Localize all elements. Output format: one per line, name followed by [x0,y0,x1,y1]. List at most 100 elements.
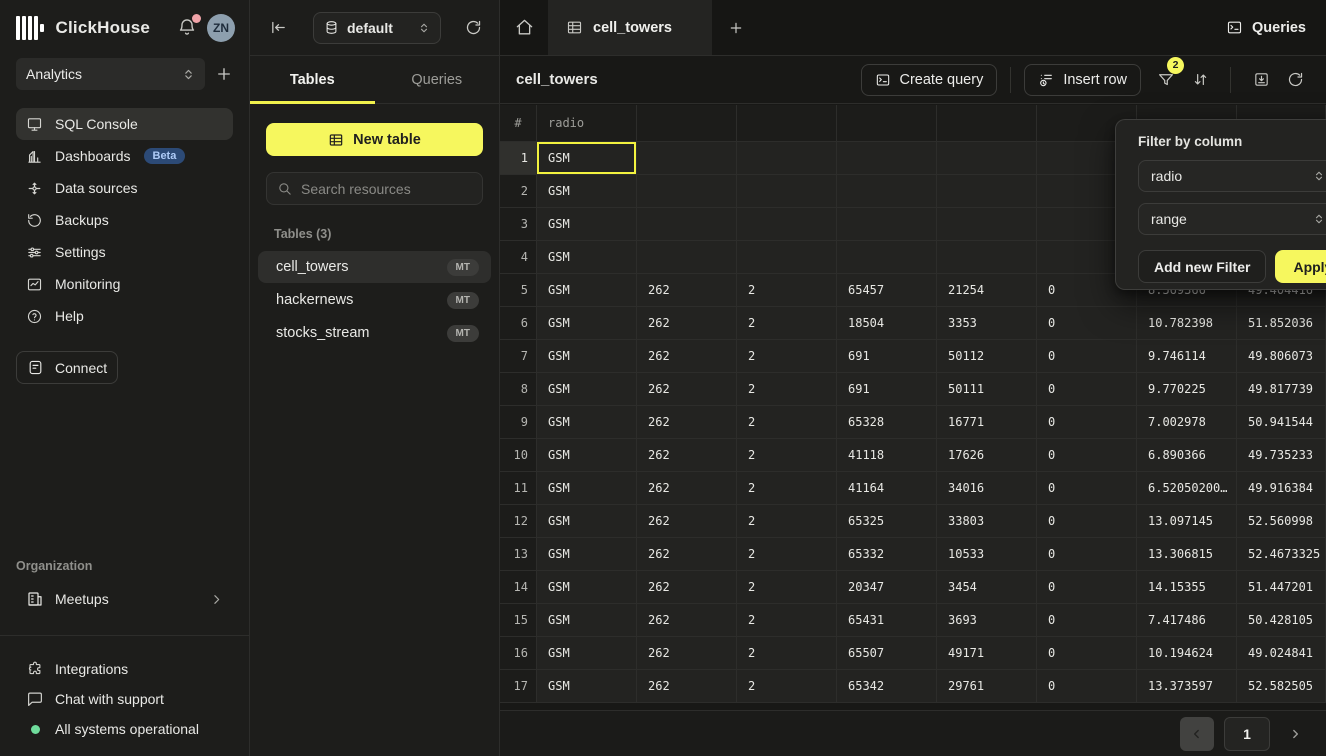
search-resources-input[interactable] [301,181,482,197]
grid-cell[interactable]: GSM [537,439,637,472]
filter-button[interactable]: 2 [1149,64,1183,96]
grid-cell[interactable]: 10533 [937,538,1037,571]
grid-cell[interactable]: 2 [737,307,837,340]
grid-cell[interactable]: GSM [537,142,637,175]
grid-cell[interactable]: 17626 [937,439,1037,472]
grid-cell[interactable]: 65328 [837,406,937,439]
grid-cell[interactable]: 65457 [837,274,937,307]
grid-cell[interactable]: 11 [500,472,537,505]
grid-cell[interactable]: 52.560998 [1237,505,1326,538]
grid-cell[interactable]: 10.194624 [1137,637,1237,670]
grid-cell[interactable]: 1 [500,142,537,175]
current-page-button[interactable]: 1 [1224,717,1270,751]
prev-page-button[interactable] [1180,717,1214,751]
grid-cell[interactable]: GSM [537,538,637,571]
grid-cell[interactable]: 14.15355 [1137,571,1237,604]
new-table-button[interactable]: New table [266,123,483,156]
add-filter-button[interactable]: Add new Filter [1138,250,1266,283]
grid-cell[interactable] [737,208,837,241]
grid-cell[interactable]: 4 [500,241,537,274]
grid-cell[interactable]: 691 [837,373,937,406]
grid-cell[interactable] [737,175,837,208]
grid-cell[interactable]: 7.002978 [1137,406,1237,439]
sidebar-item-meetups[interactable]: Meetups [16,583,233,615]
grid-cell[interactable]: 2 [737,670,837,703]
grid-cell[interactable]: 0 [1037,571,1137,604]
sidebar-item-dashboards[interactable]: DashboardsBeta [16,140,233,172]
grid-cell[interactable]: 10.782398 [1137,307,1237,340]
filter-column-select[interactable]: radio [1138,160,1326,192]
grid-cell[interactable] [937,142,1037,175]
grid-cell[interactable] [837,175,937,208]
organization-select[interactable]: Analytics [16,58,205,90]
grid-cell[interactable]: 50.428105 [1237,604,1326,637]
insert-row-button[interactable]: Insert row [1024,64,1141,96]
grid-cell[interactable]: 21254 [937,274,1037,307]
sort-button[interactable] [1183,64,1217,96]
table-list-item-hackernews[interactable]: hackernewsMT [258,284,491,316]
grid-cell[interactable]: 49.817739 [1237,373,1326,406]
sidebar-item-help[interactable]: Help [16,300,233,332]
grid-cell[interactable]: 6.890366 [1137,439,1237,472]
grid-cell[interactable]: 52.4673325 [1237,538,1326,571]
grid-cell[interactable]: 0 [1037,505,1137,538]
grid-cell[interactable]: 2 [737,439,837,472]
grid-cell[interactable] [937,241,1037,274]
grid-cell[interactable] [937,208,1037,241]
grid-cell[interactable]: 16771 [937,406,1037,439]
grid-cell[interactable]: 262 [637,472,737,505]
explorer-tab-queries[interactable]: Queries [375,56,500,103]
grid-cell[interactable]: 65332 [837,538,937,571]
grid-cell[interactable] [837,241,937,274]
grid-cell[interactable]: 49.916384 [1237,472,1326,505]
sidebar-item-sql-console[interactable]: SQL Console [16,108,233,140]
grid-cell[interactable]: 2 [737,406,837,439]
grid-cell[interactable]: 262 [637,307,737,340]
apply-filter-button[interactable]: Apply [1275,250,1326,283]
grid-cell[interactable]: 20347 [837,571,937,604]
grid-cell[interactable]: 65325 [837,505,937,538]
grid-cell[interactable]: 262 [637,505,737,538]
grid-cell[interactable]: 49.735233 [1237,439,1326,472]
grid-cell[interactable]: 262 [637,637,737,670]
grid-cell[interactable]: 13.097145 [1137,505,1237,538]
grid-cell[interactable] [737,241,837,274]
grid-cell[interactable]: 2 [737,274,837,307]
grid-cell[interactable]: 2 [500,175,537,208]
grid-cell[interactable]: GSM [537,604,637,637]
grid-cell[interactable]: 2 [737,373,837,406]
grid-cell[interactable]: 262 [637,406,737,439]
grid-cell[interactable]: 262 [637,439,737,472]
refresh-tables-icon[interactable] [465,19,482,36]
footer-item-integrations[interactable]: Integrations [0,654,249,684]
grid-cell[interactable]: 0 [1037,439,1137,472]
grid-cell[interactable]: GSM [537,208,637,241]
grid-cell[interactable]: 3693 [937,604,1037,637]
grid-cell[interactable]: 51.447201 [1237,571,1326,604]
grid-cell[interactable]: 0 [1037,472,1137,505]
grid-cell[interactable]: GSM [537,340,637,373]
grid-cell[interactable]: 9 [500,406,537,439]
grid-cell[interactable]: GSM [537,472,637,505]
home-icon[interactable] [500,0,548,55]
grid-cell[interactable]: 10 [500,439,537,472]
filter-column-select[interactable]: range [1138,203,1326,235]
grid-cell[interactable]: 18504 [837,307,937,340]
avatar[interactable]: ZN [207,14,235,42]
grid-cell[interactable]: 262 [637,340,737,373]
tab-cell-towers[interactable]: cell_towers [548,0,712,55]
footer-item-chat-with-support[interactable]: Chat with support [0,684,249,714]
sidebar-item-monitoring[interactable]: Monitoring [16,268,233,300]
grid-cell[interactable]: 65431 [837,604,937,637]
sidebar-item-settings[interactable]: Settings [16,236,233,268]
sidebar-item-data-sources[interactable]: Data sources [16,172,233,204]
grid-cell[interactable]: 65342 [837,670,937,703]
grid-cell[interactable]: 49.806073 [1237,340,1326,373]
grid-cell[interactable]: 41118 [837,439,937,472]
grid-cell[interactable]: 6.52050200… [1137,472,1237,505]
grid-cell[interactable] [737,142,837,175]
grid-cell[interactable]: 5 [500,274,537,307]
grid-cell[interactable]: 34016 [937,472,1037,505]
grid-cell[interactable]: GSM [537,406,637,439]
grid-cell[interactable]: 49171 [937,637,1037,670]
